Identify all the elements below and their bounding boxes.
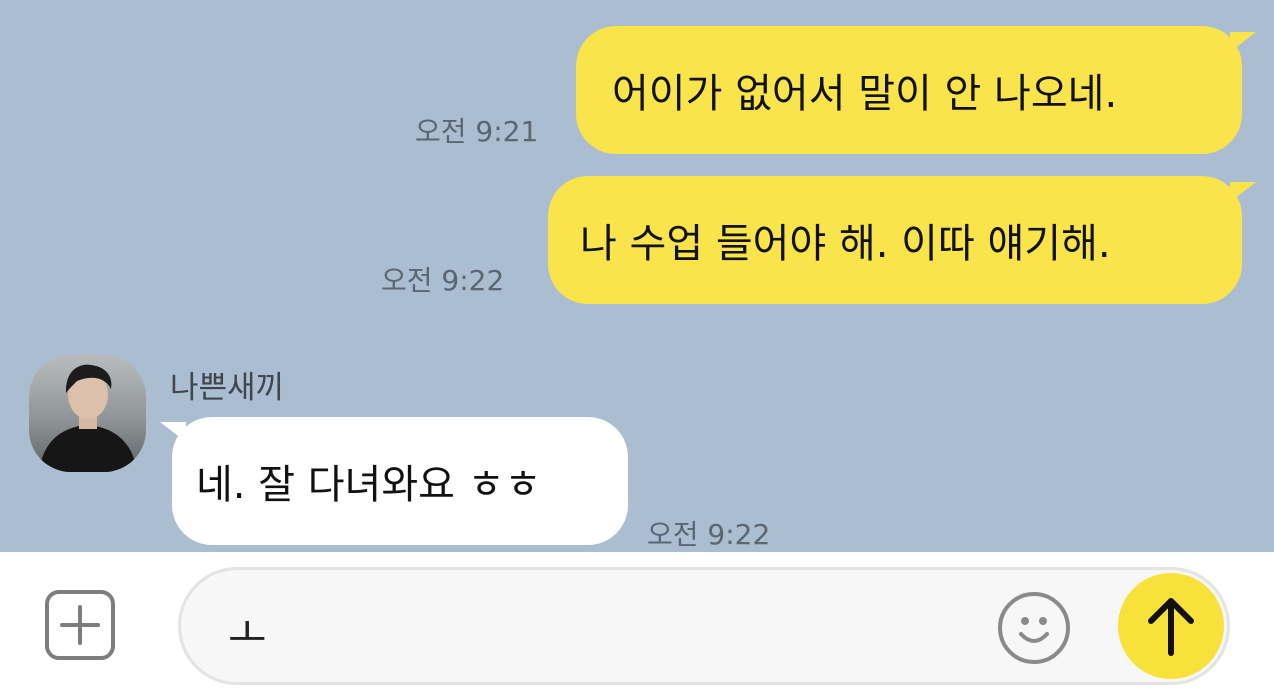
message-text: 어이가 없어서 말이 안 나오네. xyxy=(612,71,1118,117)
arrow-up-icon xyxy=(1148,598,1194,656)
bubble-tail xyxy=(1230,32,1256,52)
send-button[interactable] xyxy=(1118,573,1224,679)
message-time: 오전 9:22 xyxy=(647,518,771,551)
attach-button[interactable] xyxy=(45,590,115,660)
smiley-icon xyxy=(1019,617,1049,643)
bubble-tail xyxy=(1230,182,1256,202)
my-message-bubble[interactable]: 나 수업 들어야 해. 이따 얘기해. xyxy=(548,176,1242,304)
emoji-button[interactable] xyxy=(998,592,1070,664)
message-input-text[interactable]: ㅗ xyxy=(228,600,267,661)
plus-icon xyxy=(60,605,100,645)
message-time: 오전 9:21 xyxy=(415,115,539,148)
message-text: 네. 잘 다녀와요 ㅎㅎ xyxy=(196,462,542,508)
my-message-bubble[interactable]: 어이가 없어서 말이 안 나오네. xyxy=(576,26,1242,154)
sender-name: 나쁜새끼 xyxy=(170,370,285,406)
message-text: 나 수업 들어야 해. 이따 얘기해. xyxy=(580,221,1111,267)
person-photo-icon xyxy=(39,364,137,472)
chat-area: 오전 9:21 어이가 없어서 말이 안 나오네. 오전 9:22 나 수업 들… xyxy=(0,0,1274,552)
received-message-bubble[interactable]: 네. 잘 다녀와요 ㅎㅎ xyxy=(172,417,628,545)
message-input[interactable] xyxy=(178,567,1230,685)
message-time: 오전 9:22 xyxy=(381,264,505,297)
avatar[interactable] xyxy=(29,355,146,472)
